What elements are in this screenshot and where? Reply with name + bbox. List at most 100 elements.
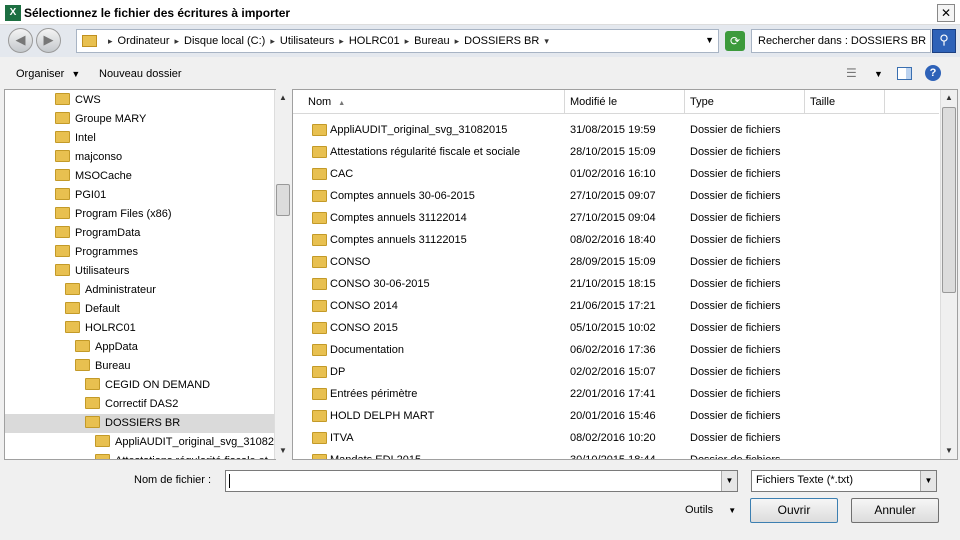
- table-row[interactable]: Comptes annuels 31122014 27/10/2015 09:04…: [293, 207, 939, 229]
- refresh-icon: ⟳: [729, 34, 741, 48]
- close-button[interactable]: ✕: [937, 4, 955, 22]
- column-header-name[interactable]: Nom ▲: [293, 90, 565, 114]
- tree-item-label: Correctif DAS2: [105, 398, 179, 410]
- filetype-select[interactable]: Fichiers Texte (*.txt) ▼: [751, 470, 937, 492]
- breadcrumb-item[interactable]: Utilisateurs: [280, 35, 334, 47]
- breadcrumb-item[interactable]: Disque local (C:): [184, 35, 265, 47]
- navigation-tree[interactable]: CWS Groupe MARY Intel majconso MSOCache PGI01…: [4, 89, 276, 460]
- folder-icon: [312, 388, 327, 400]
- row-date: 02/02/2016 15:07: [570, 366, 656, 378]
- tree-item[interactable]: ProgramData: [55, 224, 140, 243]
- breadcrumb-item[interactable]: Bureau: [414, 35, 449, 47]
- tree-scrollbar[interactable]: ▲ ▼: [274, 90, 291, 459]
- table-row[interactable]: AppliAUDIT_original_svg_31082015 31/08/20…: [293, 119, 939, 141]
- breadcrumb-item[interactable]: Ordinateur: [118, 35, 170, 47]
- tree-item[interactable]: Administrateur: [65, 281, 156, 300]
- tree-item-label: PGI01: [75, 189, 107, 201]
- back-button[interactable]: ◀: [8, 28, 33, 53]
- column-header-type[interactable]: Type: [685, 90, 805, 114]
- excel-icon: X: [5, 5, 21, 21]
- table-row[interactable]: Comptes annuels 30-06-2015 27/10/2015 09:…: [293, 185, 939, 207]
- preview-pane-icon[interactable]: [897, 67, 912, 80]
- tree-item[interactable]: MSOCache: [55, 167, 132, 186]
- tree-item[interactable]: AppliAUDIT_original_svg_310820: [95, 433, 275, 452]
- column-header-size[interactable]: Taille: [805, 90, 885, 114]
- tree-item[interactable]: Attestations régularité fiscale et: [95, 452, 268, 459]
- table-row[interactable]: CONSO 2015 05/10/2015 10:02 Dossier de fic…: [293, 317, 939, 339]
- scroll-up-icon[interactable]: ▲: [941, 90, 957, 106]
- breadcrumb-separator-icon[interactable]: ▸: [270, 36, 275, 46]
- view-dropdown-icon[interactable]: ▼: [874, 69, 883, 79]
- chevron-down-icon[interactable]: ▼: [721, 471, 737, 491]
- column-header-modified[interactable]: Modifié le: [565, 90, 685, 114]
- table-row[interactable]: CONSO 28/09/2015 15:09 Dossier de fichiers: [293, 251, 939, 273]
- table-row[interactable]: DP 02/02/2016 15:07 Dossier de fichiers: [293, 361, 939, 383]
- search-button[interactable]: ⚲: [932, 29, 956, 53]
- organize-button[interactable]: Organiser ▼: [16, 68, 80, 80]
- new-folder-button[interactable]: Nouveau dossier: [99, 68, 182, 80]
- table-row[interactable]: CONSO 30-06-2015 21/10/2015 18:15 Dossier …: [293, 273, 939, 295]
- forward-button[interactable]: ▶: [36, 28, 61, 53]
- tree-item[interactable]: Correctif DAS2: [85, 395, 178, 414]
- tree-item[interactable]: Utilisateurs: [55, 262, 129, 281]
- tree-item[interactable]: Intel: [55, 129, 96, 148]
- row-date: 06/02/2016 17:36: [570, 344, 656, 356]
- open-button[interactable]: Ouvrir: [750, 498, 838, 523]
- tree-item[interactable]: HOLRC01: [65, 319, 136, 338]
- breadcrumb-item[interactable]: DOSSIERS BR: [464, 35, 539, 47]
- search-icon: ⚲: [939, 32, 949, 47]
- scroll-down-icon[interactable]: ▼: [941, 443, 957, 459]
- tree-item[interactable]: PGI01: [55, 186, 106, 205]
- tree-item[interactable]: Program Files (x86): [55, 205, 172, 224]
- table-row[interactable]: CAC 01/02/2016 16:10 Dossier de fichiers: [293, 163, 939, 185]
- tree-item-label: Bureau: [95, 360, 131, 372]
- breadcrumb-separator-icon[interactable]: ▸: [455, 36, 460, 46]
- tree-item[interactable]: CEGID ON DEMAND: [85, 376, 210, 395]
- table-row[interactable]: ITVA 08/02/2016 10:20 Dossier de fichiers: [293, 427, 939, 449]
- view-options-icon[interactable]: ☰: [846, 66, 857, 80]
- breadcrumb-separator-icon[interactable]: ▾: [544, 36, 549, 46]
- table-row[interactable]: Documentation 06/02/2016 17:36 Dossier de …: [293, 339, 939, 361]
- table-row[interactable]: Comptes annuels 31122015 08/02/2016 18:40…: [293, 229, 939, 251]
- breadcrumb-separator-icon[interactable]: ▸: [339, 36, 344, 46]
- tree-item[interactable]: Bureau: [75, 357, 130, 376]
- scroll-thumb[interactable]: [276, 184, 290, 216]
- table-row[interactable]: CONSO 2014 21/06/2015 17:21 Dossier de fic…: [293, 295, 939, 317]
- breadcrumb-separator-icon[interactable]: ▸: [175, 36, 180, 46]
- address-bar[interactable]: ▸ Ordinateur ▸ Disque local (C:) ▸ Utilisateu…: [76, 29, 719, 53]
- tree-item[interactable]: Groupe MARY: [55, 110, 146, 129]
- table-row[interactable]: Entrées périmètre 22/01/2016 17:41 Dossier…: [293, 383, 939, 405]
- tree-item[interactable]: Programmes: [55, 243, 138, 262]
- tree-item[interactable]: DOSSIERS BR: [5, 414, 275, 433]
- tree-item[interactable]: Default: [65, 300, 120, 319]
- refresh-button[interactable]: ⟳: [725, 31, 745, 51]
- filename-input[interactable]: ▼: [225, 470, 738, 492]
- help-icon[interactable]: ?: [925, 65, 941, 81]
- tree-item[interactable]: majconso: [55, 148, 122, 167]
- row-type: Dossier de fichiers: [690, 344, 781, 356]
- row-name: Attestations régularité fiscale et socia…: [330, 146, 521, 158]
- scroll-thumb[interactable]: [942, 107, 956, 293]
- list-scrollbar[interactable]: ▲ ▼: [940, 90, 957, 459]
- breadcrumb-separator-icon[interactable]: ▸: [108, 36, 113, 46]
- chevron-down-icon[interactable]: ▼: [920, 471, 936, 491]
- scroll-down-icon[interactable]: ▼: [275, 443, 291, 459]
- row-date: 20/01/2016 15:46: [570, 410, 656, 422]
- tools-button[interactable]: Outils ▼: [685, 504, 736, 516]
- tree-item[interactable]: CWS: [55, 91, 101, 110]
- table-row[interactable]: HOLD DELPH MART 20/01/2016 15:46 Dossier d…: [293, 405, 939, 427]
- file-list[interactable]: Nom ▲ Modifié le Type Taille AppliAUDIT_…: [292, 89, 958, 460]
- breadcrumb-item[interactable]: HOLRC01: [349, 35, 400, 47]
- row-date: 27/10/2015 09:07: [570, 190, 656, 202]
- address-dropdown-icon[interactable]: ▼: [705, 35, 714, 45]
- breadcrumb-separator-icon[interactable]: ▸: [405, 36, 410, 46]
- row-type: Dossier de fichiers: [690, 410, 781, 422]
- row-name: CONSO 2014: [330, 300, 398, 312]
- table-row[interactable]: Mandats EDI 2015 30/10/2015 18:44 Dossier …: [293, 449, 939, 459]
- row-type: Dossier de fichiers: [690, 212, 781, 224]
- tree-item[interactable]: AppData: [75, 338, 138, 357]
- scroll-up-icon[interactable]: ▲: [275, 90, 291, 106]
- search-input[interactable]: Rechercher dans : DOSSIERS BR: [751, 29, 931, 53]
- table-row[interactable]: Attestations régularité fiscale et socia…: [293, 141, 939, 163]
- cancel-button[interactable]: Annuler: [851, 498, 939, 523]
